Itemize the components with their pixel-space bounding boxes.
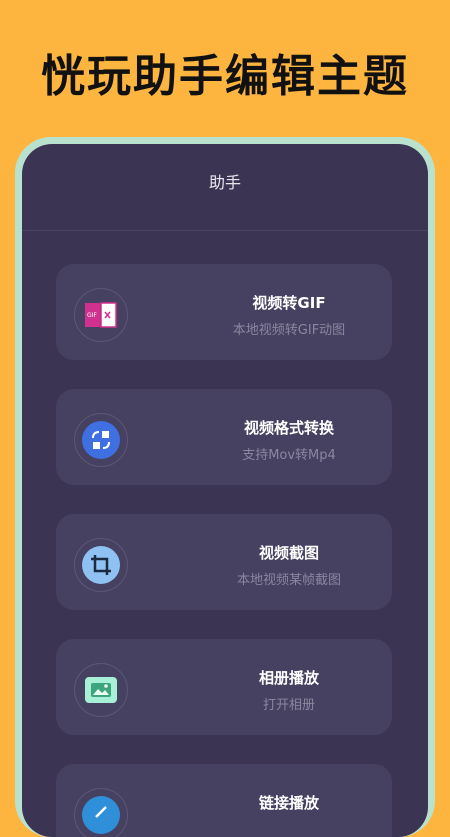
tool-card-format-convert[interactable]: 视频格式转换 支持Mov转Mp4: [56, 389, 392, 485]
phone-frame: 助手 GIF 视频转GIF 本地视频转GIF动图 视频格式转换 支持Mov转Mp…: [15, 137, 435, 837]
tool-card-video-to-gif[interactable]: GIF 视频转GIF 本地视频转GIF动图: [56, 264, 392, 360]
link-icon: [81, 795, 121, 835]
card-subtitle: 本地视频转GIF动图: [232, 323, 346, 338]
icon-ring: [74, 663, 128, 717]
card-text: 视频转GIF 本地视频转GIF动图: [186, 292, 392, 338]
card-text: 视频格式转换 支持Mov转Mp4: [186, 417, 392, 463]
app-screen: 助手 GIF 视频转GIF 本地视频转GIF动图 视频格式转换 支持Mov转Mp…: [22, 144, 428, 837]
card-title: 视频截图: [258, 544, 319, 562]
icon-ring: [74, 538, 128, 592]
tool-card-video-screenshot[interactable]: 视频截图 本地视频某帧截图: [56, 514, 392, 610]
gallery-icon: [84, 676, 118, 704]
card-title: 相册播放: [258, 669, 319, 687]
card-title: 视频转GIF: [252, 294, 326, 312]
card-text: 相册播放 打开相册: [186, 667, 392, 713]
icon-ring: [74, 788, 128, 837]
card-title: 链接播放: [258, 794, 319, 812]
card-subtitle: 打开相册: [262, 698, 315, 713]
card-subtitle: 支持Mov转Mp4: [242, 448, 336, 463]
format-convert-icon: [81, 420, 121, 460]
icon-ring: [74, 413, 128, 467]
tool-card-link-play[interactable]: 链接播放: [56, 764, 392, 837]
tool-card-gallery-play[interactable]: 相册播放 打开相册: [56, 639, 392, 735]
crop-icon: [81, 545, 121, 585]
banner-title: 恍玩助手编辑主题: [41, 51, 409, 102]
card-text: 链接播放: [186, 792, 392, 819]
card-text: 视频截图 本地视频某帧截图: [186, 542, 392, 588]
svg-text:GIF: GIF: [87, 312, 97, 319]
card-subtitle: 本地视频某帧截图: [236, 573, 341, 588]
nav-title: 助手: [208, 173, 241, 192]
gif-convert-icon: GIF: [84, 300, 118, 330]
icon-ring: GIF: [74, 288, 128, 342]
nav-bar: 助手: [22, 144, 428, 231]
card-title: 视频格式转换: [243, 419, 334, 437]
